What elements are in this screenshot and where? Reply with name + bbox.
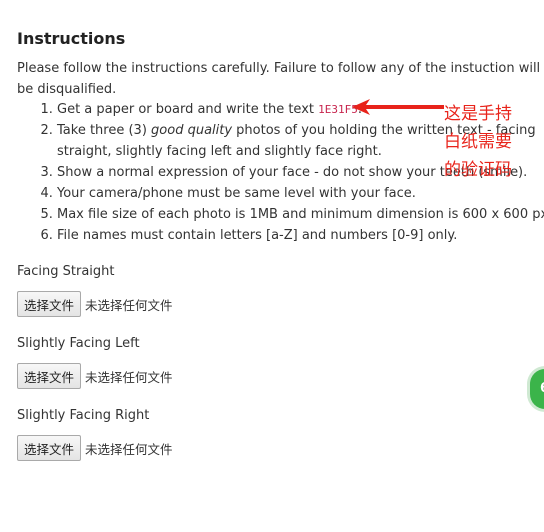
instruction-step-5: Max file size of each photo is 1MB and m… xyxy=(57,204,544,225)
instruction-step-4: Your camera/phone must be same level wit… xyxy=(57,183,544,204)
annotation-line-2: 白纸需要 xyxy=(444,132,512,152)
instruction-step-6: File names must contain letters [a-Z] an… xyxy=(57,225,544,246)
instruction-step-2-text: Take three (3) xyxy=(57,123,152,138)
slightly-facing-left-file-input: 选择文件 未选择任何文件 xyxy=(17,362,173,390)
facing-straight-choose-file-button[interactable]: 选择文件 xyxy=(17,291,82,317)
slightly-facing-right-label: Slightly Facing Right xyxy=(17,408,150,423)
slightly-facing-right-file-input: 选择文件 未选择任何文件 xyxy=(17,434,173,462)
instruction-step-2-emphasis: good quality xyxy=(151,123,233,138)
slightly-facing-left-choose-file-button[interactable]: 选择文件 xyxy=(17,363,82,389)
facing-straight-file-status: 未选择任何文件 xyxy=(85,297,173,313)
instructions-title: Instructions xyxy=(17,29,126,48)
annotation-line-1: 这是手持 xyxy=(444,104,512,124)
slightly-facing-left-label: Slightly Facing Left xyxy=(17,336,140,351)
facing-straight-label: Facing Straight xyxy=(17,264,115,279)
floating-badge[interactable]: 6 xyxy=(530,369,544,409)
facing-straight-file-input: 选择文件 未选择任何文件 xyxy=(17,290,173,318)
floating-badge-text: 6 xyxy=(540,381,544,396)
slightly-facing-left-file-status: 未选择任何文件 xyxy=(85,369,173,385)
instruction-step-1-text: Get a paper or board and write the text xyxy=(57,102,319,117)
slightly-facing-right-choose-file-button[interactable]: 选择文件 xyxy=(17,435,82,461)
annotation-arrow-icon xyxy=(352,99,444,115)
annotation-line-3: 的验证码 xyxy=(444,160,512,180)
instructions-intro: Please follow the instructions carefully… xyxy=(17,61,541,97)
slightly-facing-right-file-status: 未选择任何文件 xyxy=(85,441,173,457)
page: Instructions Please follow the instructi… xyxy=(0,0,544,532)
